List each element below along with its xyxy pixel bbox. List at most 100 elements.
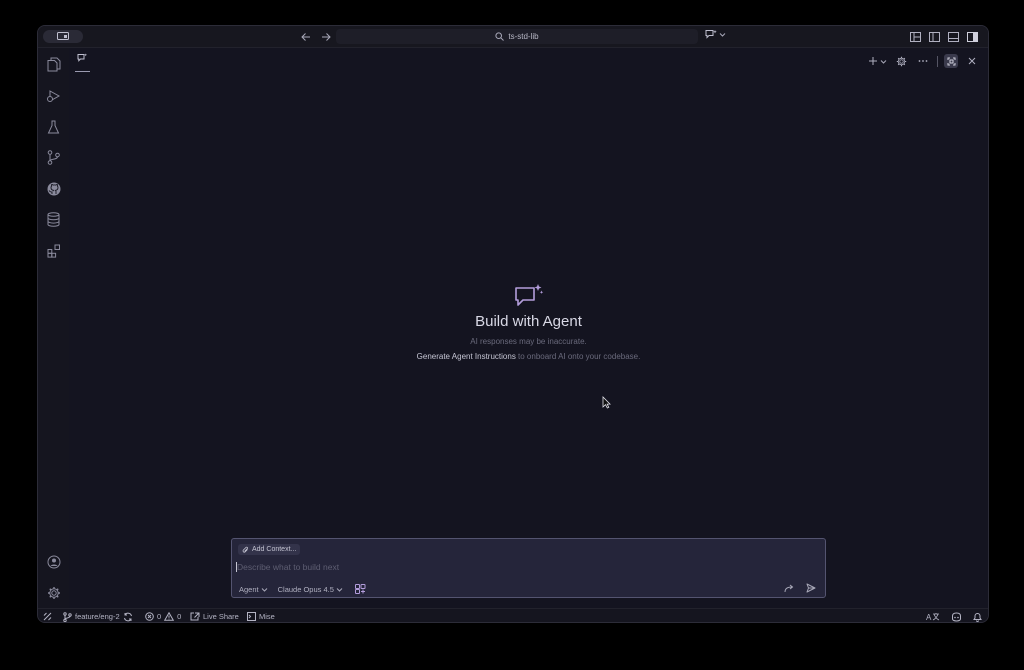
chat-sparkle-icon — [705, 30, 717, 39]
chat-menu-button[interactable] — [705, 29, 726, 40]
chat-sparkle-icon — [514, 283, 544, 309]
customize-layout-button[interactable] — [907, 29, 923, 45]
model-label: Claude Opus 4.5 — [277, 584, 334, 594]
close-icon — [968, 57, 976, 65]
explorer-button[interactable] — [44, 55, 63, 74]
toolbar-separator — [937, 55, 938, 67]
back-button[interactable] — [298, 29, 314, 45]
chevron-down-icon — [336, 587, 343, 592]
activity-bar — [38, 48, 69, 608]
command-center-search[interactable]: ts-std-lib — [336, 29, 698, 44]
search-text: ts-std-lib — [508, 32, 539, 41]
chat-prompt-input[interactable]: Describe what to build next — [236, 562, 339, 572]
panel-bottom-icon — [947, 32, 959, 42]
model-picker[interactable]: Claude Opus 4.5 — [278, 585, 343, 594]
branch-name: feature/eng-2 — [75, 612, 120, 621]
warning-icon — [164, 612, 175, 621]
arrow-right-icon — [322, 33, 331, 41]
bell-icon — [973, 612, 982, 622]
chat-sparkle-icon — [77, 53, 88, 62]
delegate-button[interactable] — [781, 580, 797, 596]
language-status-button[interactable]: A — [926, 611, 940, 622]
remote-window-button[interactable] — [43, 30, 83, 43]
paperclip-icon — [242, 546, 248, 553]
chevron-down-icon — [261, 587, 267, 592]
notifications-button[interactable] — [973, 611, 982, 622]
close-chat-button[interactable] — [964, 53, 980, 69]
mode-picker[interactable]: Agent — [239, 585, 268, 594]
mise-button[interactable]: Mise — [247, 611, 275, 622]
account-icon — [47, 555, 60, 568]
forward-button[interactable] — [318, 29, 334, 45]
branch-indicator[interactable]: feature/eng-2 — [63, 611, 133, 622]
chat-input-box[interactable]: Add Context... Describe what to build ne… — [231, 538, 826, 598]
chat-settings-button[interactable] — [893, 53, 909, 69]
chevron-down-icon — [880, 59, 887, 64]
translate-icon: A — [926, 612, 940, 622]
problems-indicator[interactable]: 0 0 — [145, 611, 181, 622]
status-bar: feature/eng-2 0 0 Live Share Mise A — [38, 608, 988, 622]
remote-indicator[interactable] — [43, 611, 52, 622]
warning-count: 0 — [177, 612, 182, 621]
terminal-icon — [247, 612, 256, 621]
copilot-status-button[interactable] — [951, 611, 962, 622]
sidebar-right-icon — [966, 32, 978, 42]
prompt-placeholder: Describe what to build next — [237, 562, 340, 572]
generate-instructions-link[interactable]: Generate Agent Instructions — [417, 352, 516, 361]
error-icon — [145, 612, 154, 621]
tools-icon — [355, 584, 366, 594]
send-icon — [806, 583, 816, 593]
more-actions-button[interactable] — [915, 53, 931, 69]
send-button[interactable] — [803, 580, 819, 596]
mouse-pointer-icon — [602, 396, 611, 409]
add-context-label: Add Context... — [252, 546, 297, 553]
mode-label: Agent — [239, 584, 259, 594]
mise-label: Mise — [259, 612, 275, 621]
sync-icon — [123, 612, 132, 621]
git-branch-icon — [63, 611, 72, 622]
live-share-label: Live Share — [203, 612, 239, 621]
add-context-button[interactable]: Add Context... — [238, 544, 301, 555]
gear-icon — [47, 586, 60, 599]
plus-icon — [869, 57, 877, 65]
maximize-button[interactable] — [944, 54, 958, 68]
copilot-icon — [952, 611, 961, 622]
title-bar: ts-std-lib — [38, 26, 988, 48]
toggle-secondary-sidebar-button[interactable] — [964, 29, 980, 45]
source-control-button[interactable] — [44, 148, 63, 167]
vscode-window: ts-std-lib Build with Agent AI responses… — [37, 25, 989, 623]
toggle-primary-sidebar-button[interactable] — [926, 29, 942, 45]
github-button[interactable] — [44, 179, 63, 198]
remote-icon — [57, 32, 69, 40]
instructions-suffix: to onboard AI onto your codebase. — [515, 352, 641, 361]
ai-disclaimer: AI responses may be inaccurate. — [470, 337, 587, 346]
svg-text:A: A — [926, 613, 932, 622]
database-icon — [47, 212, 60, 227]
layout-icon — [909, 32, 921, 42]
sidebar-left-icon — [928, 32, 940, 42]
ellipsis-icon — [918, 60, 928, 62]
run-debug-button[interactable] — [44, 86, 63, 105]
run-debug-icon — [47, 89, 61, 102]
chat-editor: Build with Agent AI responses may be ina… — [69, 48, 988, 608]
arrow-left-icon — [301, 33, 310, 41]
new-chat-button[interactable] — [868, 56, 887, 66]
extensions-icon — [47, 244, 60, 258]
extensions-button[interactable] — [44, 241, 63, 260]
chevron-down-icon — [719, 33, 726, 37]
gear-icon — [896, 56, 906, 66]
live-share-button[interactable]: Live Share — [190, 611, 239, 622]
chat-welcome: Build with Agent AI responses may be ina… — [69, 283, 988, 361]
manage-button[interactable] — [44, 583, 63, 602]
database-button[interactable] — [44, 210, 63, 229]
welcome-title: Build with Agent — [475, 313, 582, 330]
source-control-icon — [47, 150, 60, 165]
files-icon — [47, 57, 60, 72]
configure-tools-button[interactable] — [353, 581, 369, 597]
testing-button[interactable] — [44, 117, 63, 136]
forward-arrow-icon — [784, 584, 794, 592]
toggle-panel-button[interactable] — [945, 29, 961, 45]
accounts-button[interactable] — [44, 552, 63, 571]
maximize-icon — [947, 57, 955, 65]
tab-chat[interactable] — [75, 53, 90, 72]
